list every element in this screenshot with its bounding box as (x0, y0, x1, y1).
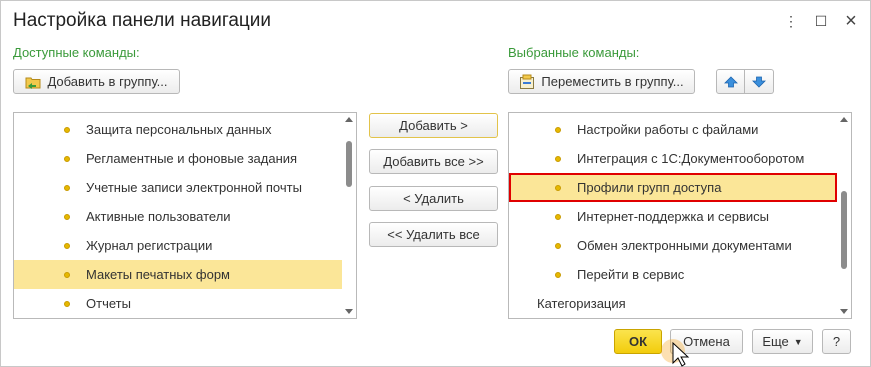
move-to-group-icon (519, 74, 535, 90)
maximize-icon[interactable]: ☐ (811, 11, 831, 31)
list-item-label: Перейти в сервис (577, 267, 685, 282)
bullet-icon (64, 126, 70, 133)
bullet-icon (555, 155, 561, 162)
add-to-group-button[interactable]: Добавить в группу... (13, 69, 180, 94)
scroll-up-icon[interactable] (345, 117, 353, 122)
remove-all-button[interactable]: << Удалить все (369, 222, 498, 247)
remove-button[interactable]: < Удалить (369, 186, 498, 211)
chevron-down-icon: ▼ (793, 336, 803, 347)
list-item[interactable]: Журнал регистрации (14, 231, 356, 260)
available-commands-label: Доступные команды: (13, 45, 140, 60)
folder-add-icon (25, 74, 41, 90)
list-item[interactable]: Категоризация (509, 289, 851, 318)
bullet-icon (64, 300, 70, 307)
arrow-up-icon (723, 75, 738, 87)
more-button[interactable]: Еще ▼ (752, 329, 813, 354)
move-to-group-button[interactable]: Переместить в группу... (508, 69, 695, 94)
bullet-icon (555, 242, 561, 249)
highlighted-list-item[interactable]: Профили групп доступа (509, 173, 837, 202)
bullet-icon (64, 242, 70, 249)
add-button[interactable]: Добавить > (369, 113, 498, 138)
move-up-button[interactable] (716, 69, 745, 94)
list-item[interactable]: Макеты печатных форм (14, 260, 356, 289)
list-item-label: Отчеты (86, 296, 131, 311)
arrow-down-icon (752, 76, 766, 88)
scroll-down-icon[interactable] (840, 309, 848, 314)
list-item-label: Учетные записи электронной почты (86, 180, 302, 195)
bullet-icon (64, 213, 70, 220)
list-item-label: Интернет-поддержка и сервисы (577, 209, 770, 224)
bullet-icon (555, 184, 561, 191)
list-item-label: Регламентные и фоновые задания (86, 151, 298, 166)
bullet-icon (64, 184, 70, 191)
add-all-button[interactable]: Добавить все >> (369, 149, 498, 174)
bullet-icon (555, 213, 561, 220)
move-down-button[interactable] (745, 69, 774, 94)
list-item-label: Активные пользователи (86, 209, 231, 224)
list-item-label: Макеты печатных форм (86, 267, 230, 282)
list-item-label: Интеграция с 1С:Документооборотом (577, 151, 805, 166)
selected-commands-label: Выбранные команды: (508, 45, 640, 60)
list-item[interactable]: Интернет-поддержка и сервисы (509, 202, 851, 231)
list-item[interactable]: Настройки работы с файлами (509, 115, 851, 144)
list-item-label: Категоризация (537, 296, 626, 311)
scrollbar-thumb[interactable] (841, 191, 847, 269)
list-item[interactable]: Обмен электронными документами (509, 231, 851, 260)
cursor-icon (661, 339, 690, 367)
list-item[interactable]: Интеграция с 1С:Документооборотом (509, 144, 851, 173)
list-item-label: Настройки работы с файлами (577, 122, 759, 137)
selected-commands-list[interactable]: Настройки работы с файлами Интеграция с 1… (508, 112, 852, 319)
close-icon[interactable]: × (841, 10, 861, 32)
scroll-down-icon[interactable] (345, 309, 353, 314)
available-list-scrollbar[interactable] (342, 113, 356, 318)
scroll-up-icon[interactable] (840, 117, 848, 122)
add-to-group-label: Добавить в группу... (47, 74, 168, 89)
scrollbar-thumb[interactable] (346, 141, 352, 187)
bullet-icon (64, 155, 70, 162)
list-item[interactable]: Регламентные и фоновые задания (14, 144, 356, 173)
bullet-icon (64, 271, 70, 278)
list-item[interactable]: Активные пользователи (14, 202, 356, 231)
selected-list-scrollbar[interactable] (837, 113, 851, 318)
dialog-window: Настройка панели навигации ⋮ ☐ × Доступн… (0, 0, 871, 367)
move-to-group-label: Переместить в группу... (541, 74, 684, 89)
bullet-icon (555, 126, 561, 133)
more-label: Еще (762, 334, 789, 349)
dialog-title: Настройка панели навигации (13, 10, 272, 31)
list-item-label: Профили групп доступа (577, 180, 722, 195)
help-button[interactable]: ? (822, 329, 851, 354)
list-item[interactable]: Перейти в сервис (509, 260, 851, 289)
list-item-label: Обмен электронными документами (577, 238, 792, 253)
more-menu-icon[interactable]: ⋮ (781, 11, 801, 31)
bullet-icon (555, 271, 561, 278)
list-item-label: Защита персональных данных (86, 122, 272, 137)
list-item-label: Журнал регистрации (86, 238, 213, 253)
list-item[interactable]: Защита персональных данных (14, 115, 356, 144)
list-item[interactable]: Отчеты (14, 289, 356, 318)
available-commands-list[interactable]: Защита персональных данных Регламентные и… (13, 112, 357, 319)
list-item[interactable]: Учетные записи электронной почты (14, 173, 356, 202)
